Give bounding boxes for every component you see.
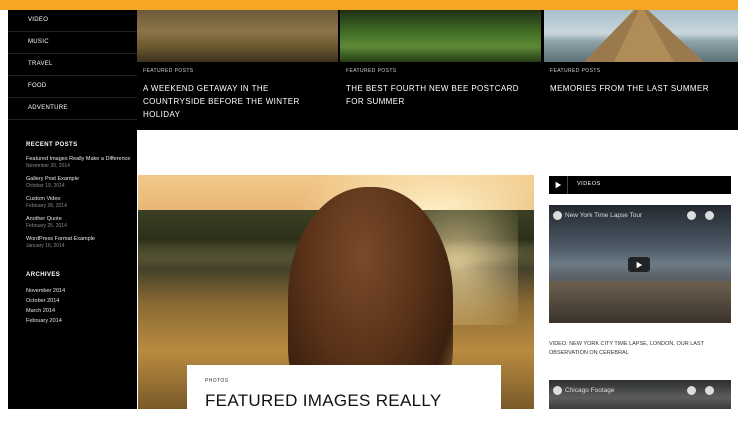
post-title[interactable]: FEATURED IMAGES REALLY — [205, 391, 441, 411]
featured-category[interactable]: FEATURED POSTS — [550, 68, 601, 74]
archive-link[interactable]: October 2014 — [26, 296, 137, 306]
archives-heading: ARCHIVES — [26, 272, 61, 278]
share-icon[interactable] — [705, 211, 714, 220]
top-accent-bar — [0, 0, 738, 10]
menu-item-video[interactable]: VIDEO — [8, 10, 137, 32]
featured-title[interactable]: A WEEKEND GETAWAY IN THE COUNTRYSIDE BEF… — [143, 82, 328, 121]
main-menu: VIDEO MUSIC TRAVEL FOOD ADVENTURE — [8, 10, 137, 120]
recent-post-date: February 25, 2014 — [26, 223, 67, 229]
recent-post-title[interactable]: Another Quote — [26, 216, 131, 223]
channel-avatar-icon — [553, 386, 562, 395]
featured-post-3[interactable]: FEATURED POSTS MEMORIES FROM THE LAST SU… — [544, 10, 738, 130]
featured-post-1[interactable]: FEATURED POSTS A WEEKEND GETAWAY IN THE … — [137, 10, 338, 130]
post-card: PHOTOS FEATURED IMAGES REALLY — [187, 365, 501, 425]
play-button[interactable] — [628, 257, 650, 272]
recent-posts-heading: RECENT POSTS — [26, 142, 78, 148]
recent-post-title[interactable]: Featured Images Really Make a Difference — [26, 156, 131, 163]
clock-icon[interactable] — [687, 211, 696, 220]
menu-item-food[interactable]: FOOD — [8, 76, 137, 98]
archives-list: November 2014 October 2014 March 2014 Fe… — [8, 286, 137, 326]
archive-link[interactable]: November 2014 — [26, 286, 137, 296]
play-icon — [636, 261, 643, 268]
widget-title: VIDEOS — [577, 181, 601, 187]
list-item[interactable]: Another Quote February 25, 2014 — [26, 216, 131, 230]
list-item[interactable]: Gallery Post Example October 19, 2014 — [26, 176, 131, 190]
featured-thumbnail[interactable] — [137, 10, 338, 62]
share-icon[interactable] — [705, 386, 714, 395]
recent-post-date: November 20, 2014 — [26, 163, 70, 169]
list-item[interactable]: Featured Images Really Make a Difference… — [26, 156, 131, 170]
recent-posts-list: Featured Images Really Make a Difference… — [8, 156, 137, 250]
video-caption[interactable]: VIDEO: NEW YORK CITY TIME LAPSE, LONDON,… — [549, 340, 731, 358]
videos-widget-header: VIDEOS — [549, 176, 731, 194]
recent-post-title[interactable]: WordPress Format Example — [26, 236, 131, 243]
featured-category[interactable]: FEATURED POSTS — [346, 68, 397, 74]
recent-post-title[interactable]: Gallery Post Example — [26, 176, 131, 183]
archive-link[interactable]: March 2014 — [26, 306, 137, 316]
featured-title[interactable]: THE BEST FOURTH NEW BEE POSTCARD FOR SUM… — [346, 82, 531, 108]
video-player[interactable]: Chicago Footage — [549, 380, 731, 409]
recent-post-date: February 28, 2014 — [26, 203, 67, 209]
featured-posts-band: FEATURED POSTS A WEEKEND GETAWAY IN THE … — [137, 10, 738, 130]
featured-thumbnail[interactable] — [544, 10, 738, 62]
menu-item-adventure[interactable]: ADVENTURE — [8, 98, 137, 120]
list-item[interactable]: Custom Video February 28, 2014 — [26, 196, 131, 210]
recent-post-date: October 19, 2014 — [26, 183, 65, 189]
archive-link[interactable]: February 2014 — [26, 316, 137, 326]
featured-title[interactable]: MEMORIES FROM THE LAST SUMMER — [550, 82, 735, 95]
city-skyline — [549, 281, 731, 323]
list-item[interactable]: WordPress Format Example January 16, 201… — [26, 236, 131, 250]
menu-item-travel[interactable]: TRAVEL — [8, 54, 137, 76]
video-title[interactable]: Chicago Footage — [565, 387, 615, 394]
post-category[interactable]: PHOTOS — [205, 378, 228, 384]
menu-item-music[interactable]: MUSIC — [8, 32, 137, 54]
video-player[interactable]: New York Time Lapse Tour — [549, 205, 731, 323]
play-icon — [549, 176, 568, 194]
channel-avatar-icon — [553, 211, 562, 220]
recent-post-date: January 16, 2014 — [26, 243, 65, 249]
left-sidebar: VIDEO MUSIC TRAVEL FOOD ADVENTURE RECENT… — [8, 10, 137, 409]
featured-category[interactable]: FEATURED POSTS — [143, 68, 194, 74]
video-title[interactable]: New York Time Lapse Tour — [565, 212, 642, 219]
featured-thumbnail[interactable] — [340, 10, 541, 62]
featured-post-2[interactable]: FEATURED POSTS THE BEST FOURTH NEW BEE P… — [340, 10, 541, 130]
clock-icon[interactable] — [687, 386, 696, 395]
pier-illustration — [584, 10, 704, 62]
recent-post-title[interactable]: Custom Video — [26, 196, 131, 203]
